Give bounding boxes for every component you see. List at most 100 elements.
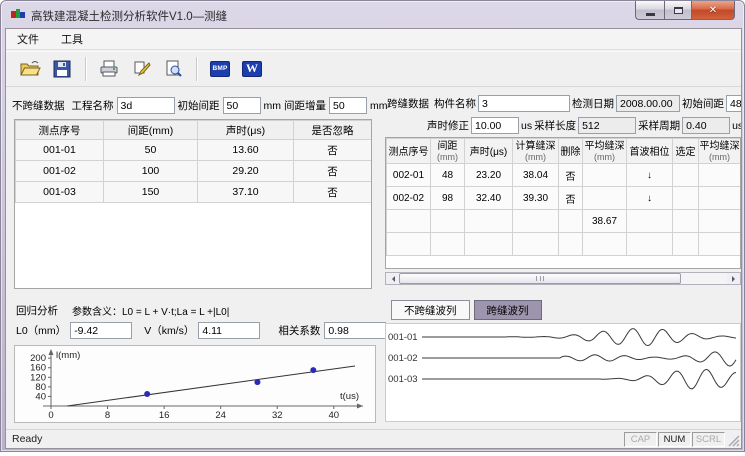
- table-cell: 否: [294, 161, 372, 182]
- column-header: 平均缝深(mm): [583, 139, 627, 164]
- svg-text:80: 80: [35, 382, 46, 393]
- print-button[interactable]: [95, 55, 123, 83]
- print-preview-button[interactable]: [159, 55, 187, 83]
- toolbar-separator: [196, 57, 197, 81]
- right-table-box: 测点序号间距(mm)声时(μs)计算缝深(mm)删除平均缝深(mm)首波相位选定…: [385, 137, 741, 269]
- svg-text:40: 40: [35, 391, 46, 402]
- scroll-lock-indicator: SCRL: [692, 432, 725, 447]
- table-cell: [465, 210, 513, 233]
- velocity-input[interactable]: [198, 322, 260, 339]
- open-folder-icon: [20, 60, 41, 77]
- scroll-left-button[interactable]: [386, 273, 399, 284]
- table-cell: 29.20: [198, 161, 294, 182]
- left-panel-fields: 不跨缝数据 工程名称 初始间距 mm 间距增量 mm: [12, 97, 382, 114]
- right-panel-fields-1: 跨缝数据 构件名称 检测日期 初始间距 mm: [387, 95, 741, 112]
- table-cell: [699, 187, 741, 210]
- resize-grip[interactable]: [726, 432, 740, 447]
- app-icon: [11, 8, 25, 21]
- print-setup-button[interactable]: [127, 55, 155, 83]
- sample-period-unit: us: [732, 120, 742, 132]
- menu-tools[interactable]: 工具: [57, 29, 87, 49]
- table-row[interactable]: [387, 233, 741, 256]
- right-init-spacing-input[interactable]: [726, 95, 742, 112]
- table-cell: [513, 233, 559, 256]
- test-date-input[interactable]: [616, 95, 680, 112]
- sample-period-input[interactable]: [682, 117, 730, 134]
- close-icon: ✕: [709, 5, 717, 16]
- status-bar: Ready CAP NUM SCRL: [6, 429, 741, 448]
- minimize-button[interactable]: [635, 1, 664, 20]
- maximize-button[interactable]: [664, 1, 692, 20]
- status-text: Ready: [6, 433, 624, 445]
- svg-text:160: 160: [30, 363, 46, 374]
- table-cell: 32.40: [465, 187, 513, 210]
- init-spacing-unit: mm: [264, 100, 282, 112]
- table-row[interactable]: 38.67: [387, 210, 741, 233]
- table-cell: 001-01: [16, 140, 104, 161]
- table-cell: [387, 210, 431, 233]
- table-row[interactable]: 001-015013.60否: [16, 140, 372, 161]
- sample-length-input[interactable]: [578, 117, 636, 134]
- table-row[interactable]: 002-029832.4039.30否↓: [387, 187, 741, 210]
- table-cell: [583, 187, 627, 210]
- scrollbar-thumb[interactable]: [399, 273, 681, 284]
- table-cell: [583, 164, 627, 187]
- table-cell: 002-01: [387, 164, 431, 187]
- table-cell: 38.67: [583, 210, 627, 233]
- table-cell: 23.20: [465, 164, 513, 187]
- horizontal-scrollbar[interactable]: [385, 272, 741, 285]
- tab-cross-joint-waves[interactable]: 跨缝波列: [474, 300, 542, 320]
- export-word-button[interactable]: W: [238, 55, 266, 83]
- scrollbar-track[interactable]: [681, 273, 727, 284]
- table-cell: 否: [559, 187, 583, 210]
- table-cell: [699, 233, 741, 256]
- svg-text:16: 16: [159, 410, 170, 421]
- export-bmp-button[interactable]: BMP: [206, 55, 234, 83]
- time-correction-input[interactable]: [471, 117, 519, 134]
- init-spacing-label: 初始间距: [178, 98, 220, 113]
- svg-text:32: 32: [272, 410, 283, 421]
- component-name-input[interactable]: [478, 95, 570, 112]
- correlation-input[interactable]: [324, 322, 386, 339]
- table-cell: 否: [294, 140, 372, 161]
- title-bar[interactable]: 高铁建混凝土检测分析软件V1.0—测缝 ✕: [1, 1, 744, 28]
- menu-file[interactable]: 文件: [13, 29, 43, 49]
- save-icon: [53, 60, 71, 78]
- table-cell: 否: [294, 182, 372, 203]
- client-area: 文件 工具: [5, 28, 742, 449]
- table-row[interactable]: 001-0315037.10否: [16, 182, 372, 203]
- export-bmp-icon: BMP: [210, 61, 230, 77]
- project-name-input[interactable]: [117, 97, 175, 114]
- table-cell: [627, 210, 673, 233]
- table-cell: 13.60: [198, 140, 294, 161]
- init-spacing-input[interactable]: [223, 97, 261, 114]
- menu-bar: 文件 工具: [6, 29, 741, 50]
- table-cell: 48: [431, 164, 465, 187]
- table-cell: ↓: [627, 187, 673, 210]
- column-header: 是否忽略: [294, 121, 372, 140]
- window-title: 高铁建混凝土检测分析软件V1.0—测缝: [31, 8, 227, 24]
- open-button[interactable]: [16, 55, 44, 83]
- save-button[interactable]: [48, 55, 76, 83]
- scroll-left-icon: [389, 276, 395, 282]
- close-button[interactable]: ✕: [692, 1, 735, 20]
- tab-no-cross-joint-waves[interactable]: 不跨缝波列: [391, 300, 470, 320]
- column-header: 声时(μs): [198, 121, 294, 140]
- spacing-inc-input[interactable]: [329, 97, 367, 114]
- table-cell: [627, 233, 673, 256]
- l0-input[interactable]: [70, 322, 132, 339]
- table-cell: [559, 233, 583, 256]
- left-table-box: 测点序号间距(mm)声时(μs)是否忽略001-015013.60否001-02…: [14, 119, 372, 289]
- scroll-right-icon: [732, 276, 738, 282]
- toolbar: BMP W: [6, 51, 741, 87]
- table-cell: [583, 233, 627, 256]
- sample-length-label: 采样长度: [534, 118, 576, 133]
- table-row[interactable]: 001-0210029.20否: [16, 161, 372, 182]
- table-row[interactable]: 002-014823.2038.04否↓: [387, 164, 741, 187]
- svg-text:t(us): t(us): [340, 391, 359, 402]
- table-cell: 98: [431, 187, 465, 210]
- scroll-right-button[interactable]: [727, 273, 740, 284]
- print-setup-icon: [131, 60, 151, 78]
- table-cell: 50: [104, 140, 198, 161]
- svg-text:24: 24: [215, 410, 226, 421]
